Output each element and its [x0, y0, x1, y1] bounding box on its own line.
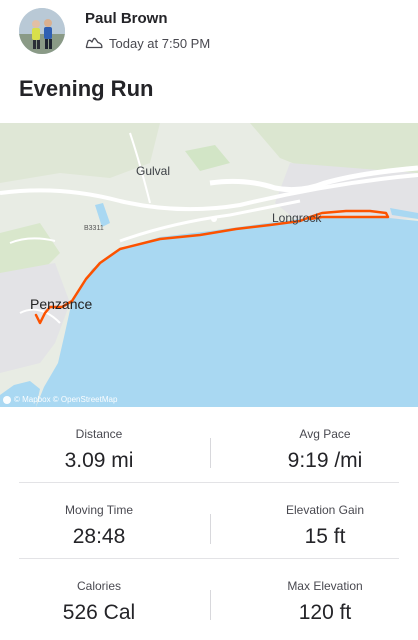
map-label-penzance: Penzance	[30, 296, 93, 312]
stat-divider	[210, 514, 211, 544]
map-attribution-text: © Mapbox © OpenStreetMap	[14, 395, 118, 404]
route-map[interactable]: Gulval Longrock Penzance B3311 © Mapbox …	[0, 123, 418, 407]
stats-row-3: Calories 526 Cal Max Elevation 120 ft	[0, 559, 418, 635]
stat-value: 15 ft	[304, 525, 346, 548]
stat-label: Avg Pace	[299, 427, 351, 441]
map-attribution[interactable]: © Mapbox © OpenStreetMap	[3, 395, 117, 404]
activity-stats: Distance 3.09 mi Avg Pace 9:19 /mi Movin…	[0, 407, 418, 640]
stat-divider	[210, 590, 211, 620]
stats-row-1: Distance 3.09 mi Avg Pace 9:19 /mi	[0, 407, 418, 483]
stat-label: Distance	[75, 427, 123, 441]
stat-divider	[210, 438, 211, 468]
stat-value: 9:19 /mi	[287, 449, 363, 472]
avatar[interactable]	[19, 8, 65, 54]
map-road-label: B3311	[84, 225, 104, 232]
stat-label: Elevation Gain	[285, 503, 365, 517]
activity-header: Paul Brown Today at 7:50 PM	[0, 0, 418, 64]
stat-label: Moving Time	[64, 503, 134, 517]
stat-value: 120 ft	[298, 601, 352, 624]
stat-label: Max Elevation	[287, 579, 363, 593]
activity-timestamp: Today at 7:50 PM	[109, 35, 211, 51]
stat-label: Calories	[76, 579, 121, 593]
activity-title[interactable]: Evening Run	[19, 76, 153, 102]
map-graphic	[0, 123, 418, 407]
stat-value: 28:48	[72, 525, 126, 548]
info-icon[interactable]	[3, 395, 11, 404]
map-label-longrock: Longrock	[272, 211, 322, 225]
stat-value: 3.09 mi	[64, 449, 134, 472]
stat-value: 526 Cal	[62, 601, 136, 624]
activity-meta: Today at 7:50 PM	[85, 34, 210, 52]
athlete-name[interactable]: Paul Brown	[85, 10, 168, 27]
avatar-photo	[19, 8, 65, 54]
map-label-gulval: Gulval	[136, 164, 171, 178]
stats-row-2: Moving Time 28:48 Elevation Gain 15 ft	[0, 483, 418, 559]
shoe-icon	[85, 37, 103, 49]
